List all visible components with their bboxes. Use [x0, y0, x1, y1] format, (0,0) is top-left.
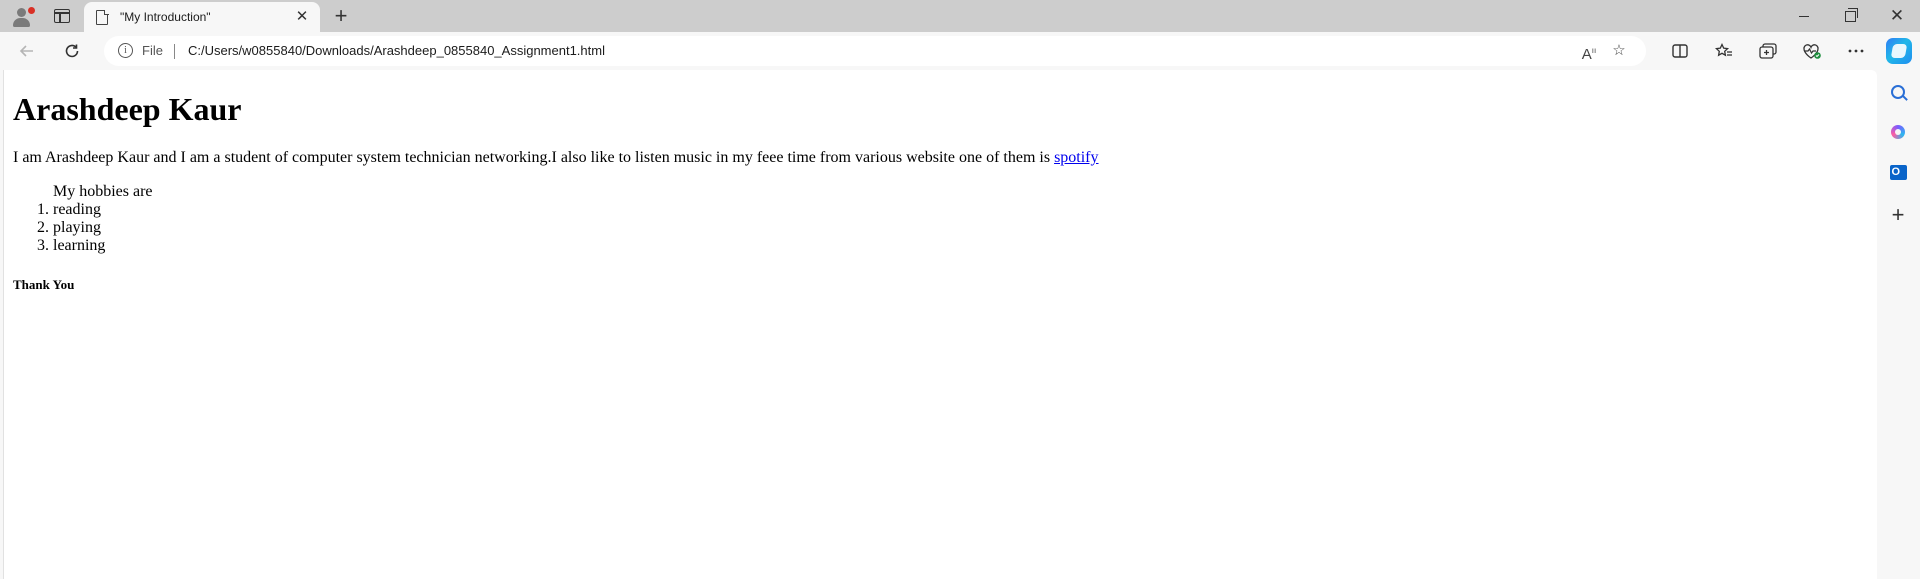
toolbar: i File C:/Users/w0855840/Downloads/Arash…	[0, 32, 1920, 70]
list-item: learning	[53, 237, 1877, 255]
intro-paragraph: I am Arashdeep Kaur and I am a student o…	[13, 149, 1877, 167]
page-icon	[96, 9, 109, 25]
copilot-icon[interactable]	[1886, 38, 1912, 64]
list-item: playing	[53, 219, 1877, 237]
split-screen-icon[interactable]	[1666, 38, 1694, 64]
url-text[interactable]: C:/Users/w0855840/Downloads/Arashdeep_08…	[188, 43, 605, 58]
hobbies-list: My hobbies are reading playing learning	[13, 183, 1877, 255]
refresh-button[interactable]	[58, 37, 86, 65]
hobbies-label: My hobbies are	[53, 183, 153, 200]
tab-strip: "My Introduction" ✕ + ✕	[0, 0, 1920, 32]
info-icon[interactable]: i	[118, 43, 133, 58]
search-icon[interactable]	[1887, 81, 1909, 103]
tab-title: "My Introduction"	[120, 10, 211, 24]
collections-icon[interactable]	[1754, 38, 1782, 64]
arrow-left-icon	[19, 45, 33, 57]
restore-button[interactable]	[1827, 0, 1873, 32]
closing-text: Thank You	[13, 277, 75, 292]
scheme-label: File	[142, 43, 163, 58]
address-bar[interactable]: i File C:/Users/w0855840/Downloads/Arash…	[104, 36, 1646, 66]
page-viewport: Arashdeep Kaur I am Arashdeep Kaur and I…	[3, 70, 1877, 579]
intro-text: I am Arashdeep Kaur and I am a student o…	[13, 149, 1055, 166]
page-heading: Arashdeep Kaur	[13, 91, 242, 127]
avatar-body	[13, 18, 30, 27]
add-icon[interactable]: +	[1887, 202, 1909, 227]
heart-pulse-icon[interactable]	[1798, 38, 1826, 64]
favorites-icon[interactable]	[1710, 38, 1738, 64]
read-aloud-icon[interactable]: Aıı	[1578, 41, 1600, 63]
more-icon[interactable]	[1842, 38, 1870, 64]
star-icon[interactable]: ☆	[1608, 41, 1630, 61]
outlook-icon[interactable]	[1887, 161, 1909, 183]
tab-actions-icon[interactable]	[48, 2, 76, 30]
profile-avatar[interactable]	[8, 2, 36, 30]
avatar-head	[17, 8, 26, 17]
tab-close-icon[interactable]: ✕	[292, 7, 312, 27]
page-content: Arashdeep Kaur I am Arashdeep Kaur and I…	[13, 70, 1877, 293]
copilot-sidebar-icon[interactable]	[1887, 121, 1909, 143]
tab-active[interactable]: "My Introduction" ✕	[84, 2, 320, 32]
close-window-button[interactable]: ✕	[1874, 0, 1920, 32]
new-tab-button[interactable]: +	[328, 3, 354, 29]
minimize-button[interactable]	[1781, 0, 1827, 32]
edge-sidebar: +	[1876, 70, 1920, 579]
list-item: reading	[53, 201, 1877, 219]
back-button[interactable]	[13, 37, 41, 65]
notification-dot	[27, 6, 36, 15]
address-divider	[174, 44, 175, 59]
spotify-link[interactable]: spotify	[1054, 149, 1098, 166]
refresh-icon	[65, 44, 79, 58]
